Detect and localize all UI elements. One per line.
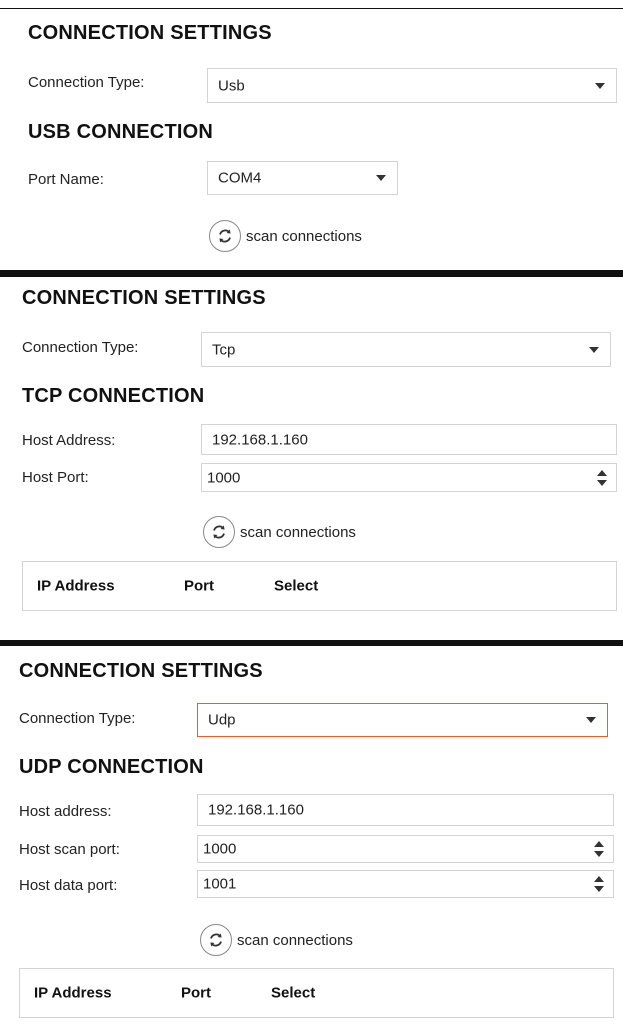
port-name-select[interactable]: COM4 xyxy=(207,161,398,195)
column-header-ip-address: IP Address xyxy=(37,577,115,595)
port-name-value: COM4 xyxy=(218,169,262,187)
panel-divider xyxy=(0,270,623,277)
host-data-port-stepper[interactable]: 1001 xyxy=(197,870,614,898)
chevron-down-icon xyxy=(586,717,596,723)
host-port-stepper[interactable]: 1000 xyxy=(201,463,617,492)
spinner-arrows-icon[interactable] xyxy=(597,469,607,486)
host-scan-port-value: 1000 xyxy=(203,840,237,858)
host-port-value: 1000 xyxy=(207,469,241,486)
host-address-label: Host address: xyxy=(19,803,112,820)
usb-settings-panel: CONNECTION SETTINGS Connection Type: Usb… xyxy=(0,0,623,270)
connection-type-value: Tcp xyxy=(212,341,236,358)
connection-type-label: Connection Type: xyxy=(19,710,136,727)
refresh-icon xyxy=(200,924,232,956)
host-address-input[interactable]: 192.168.1.160 xyxy=(201,424,617,455)
host-data-port-value: 1001 xyxy=(203,875,237,893)
column-header-ip-address: IP Address xyxy=(34,984,112,1002)
port-name-label: Port Name: xyxy=(28,171,104,188)
connection-type-select[interactable]: Tcp xyxy=(201,332,611,367)
column-header-port: Port xyxy=(181,984,211,1002)
tcp-settings-panel: CONNECTION SETTINGS Connection Type: Tcp… xyxy=(0,277,623,640)
section-title: UDP CONNECTION xyxy=(19,756,204,778)
scan-connections-button[interactable]: scan connections xyxy=(200,922,353,958)
host-scan-port-label: Host scan port: xyxy=(19,841,120,858)
host-address-value: 192.168.1.160 xyxy=(208,801,304,819)
host-address-input[interactable]: 192.168.1.160 xyxy=(197,794,614,826)
connection-type-select[interactable]: Udp xyxy=(197,703,608,737)
scan-connections-label: scan connections xyxy=(246,227,362,245)
scan-connections-button[interactable]: scan connections xyxy=(203,514,356,550)
connection-type-label: Connection Type: xyxy=(28,74,145,91)
connection-type-label: Connection Type: xyxy=(22,339,139,356)
connection-type-select[interactable]: Usb xyxy=(207,68,617,103)
panel-title: CONNECTION SETTINGS xyxy=(28,22,272,44)
section-title: TCP CONNECTION xyxy=(22,385,205,407)
column-header-port: Port xyxy=(184,577,214,595)
connection-type-value: Udp xyxy=(208,711,236,729)
column-header-select: Select xyxy=(274,577,319,595)
panel-title: CONNECTION SETTINGS xyxy=(22,287,266,309)
panel-title: CONNECTION SETTINGS xyxy=(19,660,263,682)
host-address-label: Host Address: xyxy=(22,432,116,449)
host-data-port-label: Host data port: xyxy=(19,877,118,894)
chevron-down-icon xyxy=(376,175,386,181)
scan-connections-button[interactable]: scan connections xyxy=(209,218,362,254)
column-header-select: Select xyxy=(271,984,316,1002)
chevron-down-icon xyxy=(589,346,599,353)
refresh-icon xyxy=(203,516,235,548)
scan-connections-label: scan connections xyxy=(240,523,356,541)
host-port-label: Host Port: xyxy=(22,469,89,486)
connection-type-value: Usb xyxy=(218,77,245,94)
host-scan-port-stepper[interactable]: 1000 xyxy=(197,835,614,863)
udp-settings-panel: CONNECTION SETTINGS Connection Type: Udp… xyxy=(0,646,623,1032)
chevron-down-icon xyxy=(595,82,605,89)
section-title: USB CONNECTION xyxy=(28,121,214,143)
connections-table: IP Address Port Select xyxy=(22,561,617,611)
refresh-icon xyxy=(209,220,241,252)
connections-table: IP Address Port Select xyxy=(19,968,614,1018)
scan-connections-label: scan connections xyxy=(237,931,353,949)
spinner-arrows-icon[interactable] xyxy=(594,841,604,857)
host-address-value: 192.168.1.160 xyxy=(212,431,308,448)
spinner-arrows-icon[interactable] xyxy=(594,876,604,892)
